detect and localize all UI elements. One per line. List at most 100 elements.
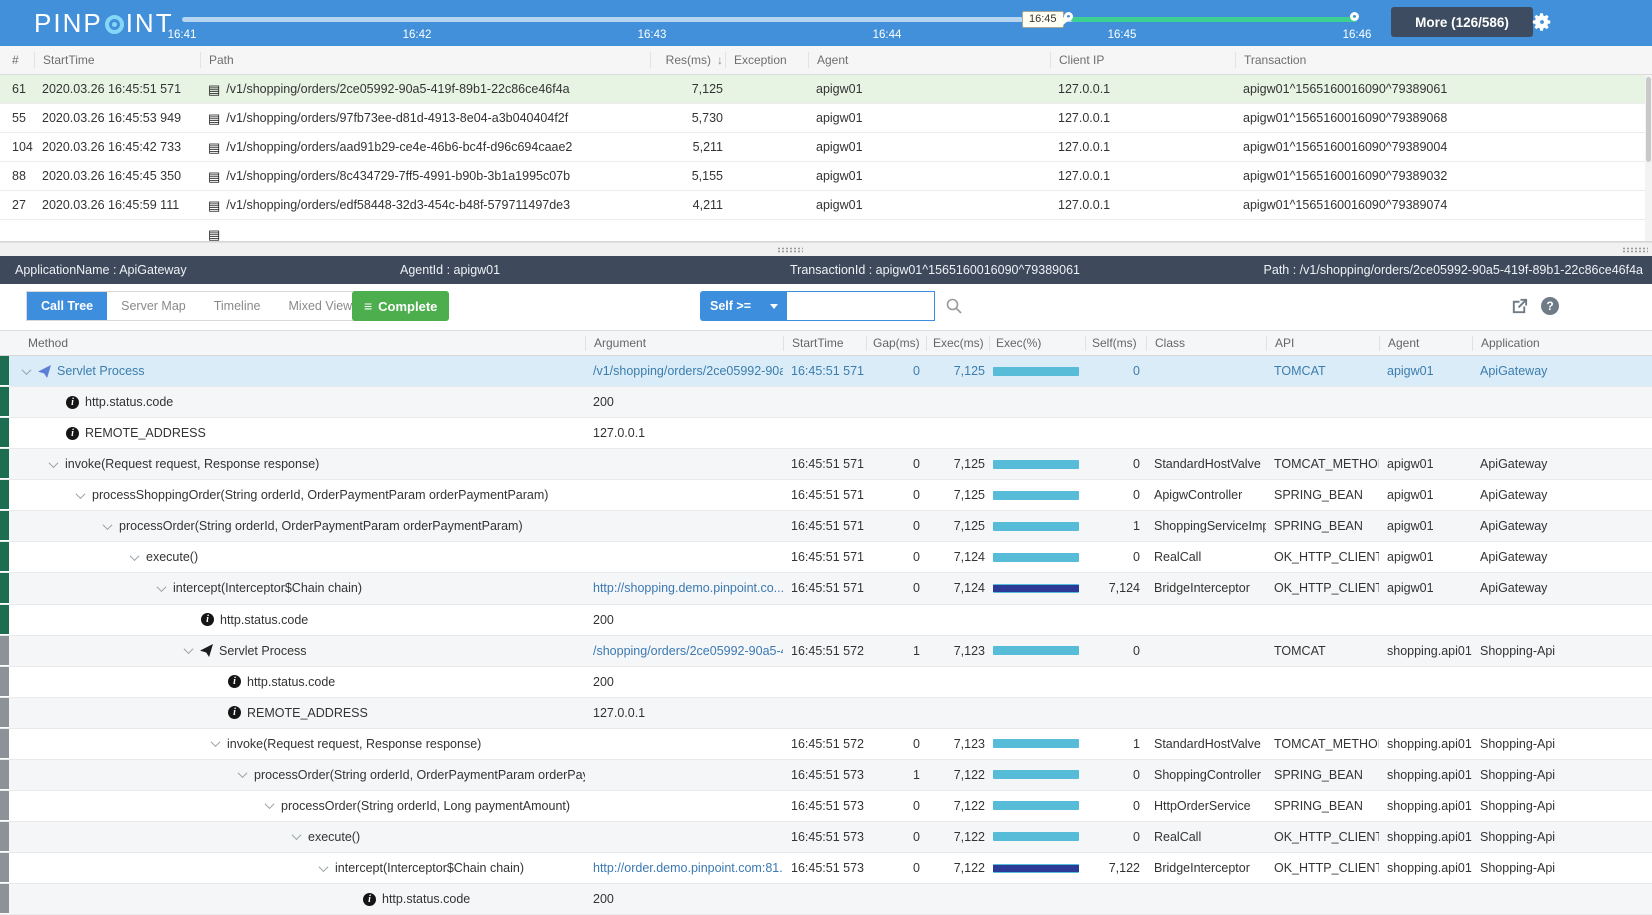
tree-starttime: 16:45:51 573 [783, 830, 866, 844]
col-gap[interactable]: Gap(ms) [866, 336, 926, 351]
tree-agent: apigw01 [1379, 457, 1472, 471]
transaction-row[interactable]: ▤ [0, 220, 1652, 242]
scrollbar-thumb[interactable] [1646, 77, 1651, 162]
timeline-handle-right[interactable] [1350, 12, 1359, 21]
tree-api: OK_HTTP_CLIENT [1266, 830, 1379, 844]
chevron-down-icon[interactable] [157, 582, 167, 592]
call-tree-row[interactable]: execute()16:45:51 57107,1240RealCallOK_H… [0, 542, 1652, 573]
chevron-down-icon[interactable] [292, 831, 302, 841]
call-tree-row[interactable]: iREMOTE_ADDRESS127.0.0.1 [0, 418, 1652, 449]
tree-self: 0 [1085, 799, 1146, 813]
chevron-down-icon[interactable] [130, 551, 140, 561]
col-clientip[interactable]: Client IP [1050, 52, 1235, 68]
argument-value[interactable]: http://shopping.demo.pinpoint.co... [593, 581, 783, 595]
chevron-down-icon[interactable] [319, 862, 329, 872]
tree-self: 0 [1085, 644, 1146, 658]
argument-value[interactable]: /v1/shopping/orders/2ce05992-90a... [593, 364, 783, 378]
tx-path-text: /v1/shopping/orders/8c434729-7ff5-4991-b… [226, 169, 570, 183]
search-input[interactable] [786, 291, 935, 321]
col-exec[interactable]: Exec(ms) [926, 336, 989, 351]
call-tree-row[interactable]: Servlet Process/v1/shopping/orders/2ce05… [0, 356, 1652, 387]
call-tree-row[interactable]: processShoppingOrder(String orderId, Ord… [0, 480, 1652, 511]
col-self[interactable]: Self(ms) [1085, 336, 1146, 351]
tree-class: StandardHostValve [1146, 737, 1266, 751]
col-res[interactable]: Res(ms)↓ [650, 52, 725, 68]
tree-class: RealCall [1146, 830, 1266, 844]
more-button[interactable]: More (126/586) [1391, 7, 1533, 37]
tree-exec-percent [989, 801, 1085, 810]
col-argument[interactable]: Argument [585, 336, 783, 351]
col-agent[interactable]: Agent [808, 52, 1050, 68]
argument-value[interactable]: /shopping/orders/2ce05992-90a5-4... [593, 644, 783, 658]
argument-value[interactable]: http://order.demo.pinpoint.com:81... [593, 861, 783, 875]
chevron-down-icon[interactable] [265, 800, 275, 810]
tab-server-map[interactable]: Server Map [107, 292, 200, 320]
tree-starttime: 16:45:51 571 [783, 364, 866, 378]
call-tree-row[interactable]: intercept(Interceptor$Chain chain)http:/… [0, 853, 1652, 884]
transaction-row[interactable]: 882020.03.26 16:45:45 350▤/v1/shopping/o… [0, 162, 1652, 191]
chevron-down-icon[interactable] [184, 644, 194, 654]
filter-type-select[interactable]: Self >= [700, 291, 786, 321]
call-tree-row[interactable]: invoke(Request request, Response respons… [0, 449, 1652, 480]
timeline-tick: 16:41 [168, 29, 197, 41]
col-application[interactable]: Application [1472, 336, 1652, 351]
call-tree-row[interactable]: ihttp.status.code200 [0, 387, 1652, 418]
chevron-down-icon[interactable] [22, 365, 32, 375]
timeline-selected-range[interactable] [1071, 17, 1357, 22]
agent-strip [0, 511, 9, 541]
col-tree-agent[interactable]: Agent [1379, 336, 1472, 351]
tab-timeline[interactable]: Timeline [200, 292, 275, 320]
col-num[interactable]: # [0, 52, 34, 68]
call-tree-row[interactable]: processOrder(String orderId, OrderPaymen… [0, 760, 1652, 791]
method-label: http.status.code [85, 395, 173, 409]
col-tree-starttime[interactable]: StartTime [783, 336, 866, 351]
argument-value: 200 [593, 613, 614, 627]
chevron-down-icon[interactable] [76, 489, 86, 499]
call-tree-row[interactable]: ihttp.status.code200 [0, 667, 1652, 698]
chevron-down-icon[interactable] [238, 768, 248, 778]
col-path[interactable]: Path [200, 52, 650, 68]
transaction-row[interactable]: 612020.03.26 16:45:51 571▤/v1/shopping/o… [0, 75, 1652, 104]
search-icon[interactable] [945, 297, 963, 315]
gear-icon[interactable] [1531, 11, 1553, 33]
transaction-row[interactable]: 1042020.03.26 16:45:42 733▤/v1/shopping/… [0, 133, 1652, 162]
col-api[interactable]: API [1266, 336, 1379, 351]
chevron-down-icon[interactable] [103, 520, 113, 530]
call-tree-row[interactable]: intercept(Interceptor$Chain chain)http:/… [0, 573, 1652, 604]
tree-application: Shopping-Api [1472, 830, 1652, 844]
call-tree-row[interactable]: iREMOTE_ADDRESS127.0.0.1 [0, 698, 1652, 729]
col-starttime[interactable]: StartTime [34, 52, 200, 68]
transaction-row[interactable]: 272020.03.26 16:45:59 111▤/v1/shopping/o… [0, 191, 1652, 220]
call-tree-row[interactable]: processOrder(String orderId, Long paymen… [0, 791, 1652, 822]
call-tree-row[interactable]: ihttp.status.code200 [0, 605, 1652, 636]
open-in-new-icon[interactable] [1510, 297, 1529, 319]
call-tree-row[interactable]: processOrder(String orderId, OrderPaymen… [0, 511, 1652, 542]
col-exec-percent[interactable]: Exec(%) [989, 336, 1085, 351]
pane-resize-handle[interactable] [0, 242, 1652, 256]
tx-num: 27 [0, 198, 34, 212]
call-tree-row[interactable]: Servlet Process/shopping/orders/2ce05992… [0, 636, 1652, 667]
complete-button[interactable]: ≡ Complete [352, 291, 449, 321]
timeline-tooltip: 16:45 [1022, 11, 1064, 28]
chevron-down-icon[interactable] [49, 458, 59, 468]
tab-call-tree[interactable]: Call Tree [27, 292, 107, 320]
transaction-scrollbar[interactable] [1645, 75, 1652, 241]
col-method[interactable]: Method [9, 336, 585, 351]
tree-argument: 127.0.0.1 [585, 706, 783, 720]
tree-method: processShoppingOrder(String orderId, Ord… [9, 488, 585, 502]
transaction-row[interactable]: 552020.03.26 16:45:53 949▤/v1/shopping/o… [0, 104, 1652, 133]
call-tree-row[interactable]: invoke(Request request, Response respons… [0, 729, 1652, 760]
col-class[interactable]: Class [1146, 336, 1266, 351]
exec-percent-bar [993, 832, 1079, 841]
call-tree-row[interactable]: execute()16:45:51 57307,1220RealCallOK_H… [0, 822, 1652, 853]
col-exception[interactable]: Exception [725, 52, 808, 68]
help-icon[interactable]: ? [1541, 297, 1559, 315]
chevron-down-icon[interactable] [211, 737, 221, 747]
col-transaction[interactable]: Transaction [1235, 52, 1652, 68]
tx-transaction: apigw01^1565160016090^79389074 [1235, 198, 1652, 212]
tree-gap: 0 [866, 488, 926, 502]
method-label: http.status.code [247, 675, 335, 689]
method-label: http.status.code [382, 892, 470, 906]
tx-path-text: /v1/shopping/orders/97fb73ee-d81d-4913-8… [226, 111, 568, 125]
call-tree-row[interactable]: ihttp.status.code200 [0, 884, 1652, 915]
